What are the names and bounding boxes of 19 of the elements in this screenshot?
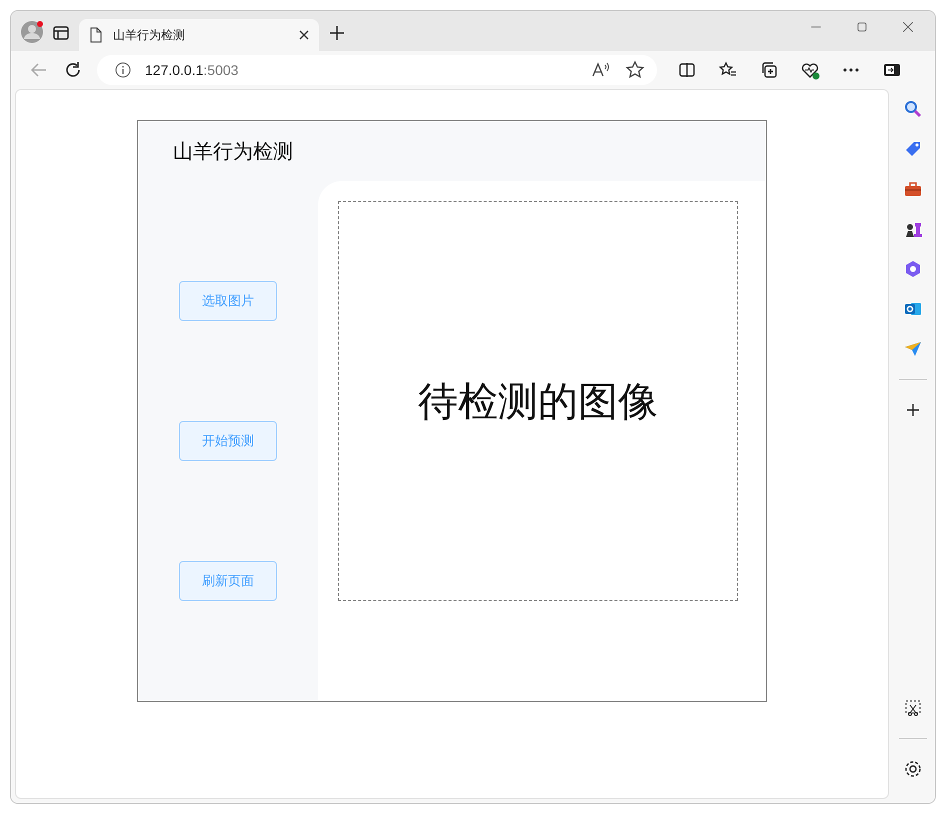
toolbox-icon[interactable] [903, 179, 923, 199]
action-button[interactable]: 选取图片 [179, 281, 277, 321]
split-screen-icon[interactable] [677, 60, 697, 80]
action-button[interactable]: 刷新页面 [179, 561, 277, 601]
preview-caption: 待检测的图像 [418, 378, 658, 426]
action-button[interactable]: 开始预测 [179, 421, 277, 461]
address-bar[interactable]: 127.0.0.1:5003 [97, 55, 657, 85]
refresh-icon[interactable] [63, 60, 83, 80]
browser-tab[interactable]: 山羊行为检测 [79, 19, 319, 51]
screenshot-icon[interactable] [903, 698, 923, 718]
settings-icon[interactable] [903, 759, 923, 779]
info-icon[interactable] [115, 62, 131, 78]
avatar-icon[interactable] [21, 21, 43, 43]
new-tab-icon[interactable] [327, 23, 347, 43]
favorite-icon[interactable] [625, 60, 645, 80]
close-icon[interactable] [299, 30, 309, 40]
app-title: 山羊行为检测 [172, 140, 294, 164]
search-icon[interactable] [903, 99, 923, 119]
page-icon [89, 27, 103, 43]
